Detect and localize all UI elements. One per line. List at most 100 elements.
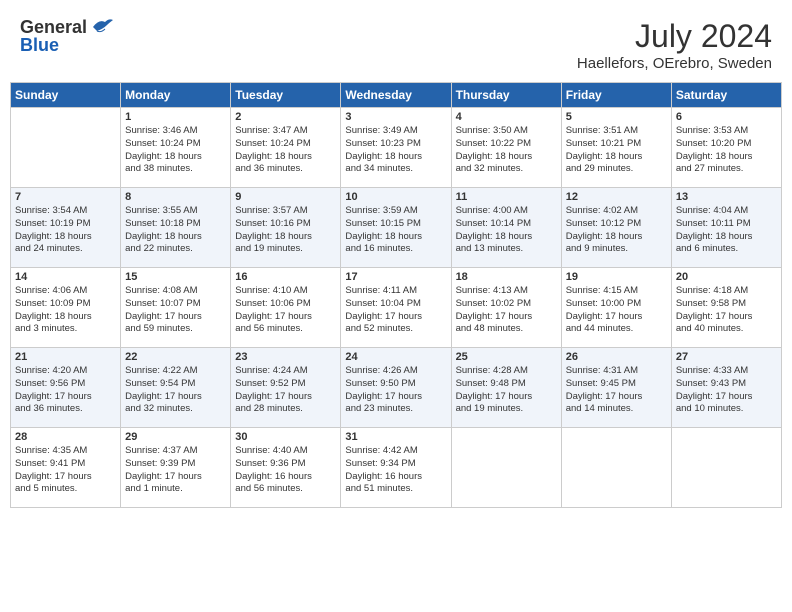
calendar-day-cell: 1 Sunrise: 3:46 AM Sunset: 10:24 PM Dayli…: [121, 108, 231, 188]
calendar-day-cell: 3 Sunrise: 3:49 AM Sunset: 10:23 PM Dayli…: [341, 108, 451, 188]
calendar-day-cell: 5Sunrise: 3:51 AM Sunset: 10:21 PM Dayli…: [561, 108, 671, 188]
day-number: 15: [125, 271, 226, 283]
day-content: Sunrise: 3:47 AM Sunset: 10:24 PM Daylig…: [235, 125, 336, 176]
day-number: 13: [676, 191, 777, 203]
day-number: 29: [125, 431, 226, 443]
day-content: Sunrise: 3:54 AM Sunset: 10:19 PM Daylig…: [15, 205, 116, 256]
day-content: Sunrise: 3:59 AM Sunset: 10:15 PM Daylig…: [345, 205, 446, 256]
day-number: 21: [15, 351, 116, 363]
calendar-day-cell: 23 Sunrise: 4:24 AM Sunset: 9:52 PM Dayli…: [231, 348, 341, 428]
calendar-day-cell: 16 Sunrise: 4:10 AM Sunset: 10:06 PM Dayl…: [231, 268, 341, 348]
day-number: 23: [235, 351, 336, 363]
day-content: Sunrise: 4:10 AM Sunset: 10:06 PM Daylig…: [235, 285, 336, 336]
empty-cell: [561, 428, 671, 508]
logo-general-text: General: [20, 17, 87, 37]
calendar-day-cell: 28Sunrise: 4:35 AM Sunset: 9:41 PM Dayli…: [11, 428, 121, 508]
day-content: Sunrise: 4:06 AM Sunset: 10:09 PM Daylig…: [15, 285, 116, 336]
calendar-day-cell: 17 Sunrise: 4:11 AM Sunset: 10:04 PM Dayl…: [341, 268, 451, 348]
calendar-day-cell: 9 Sunrise: 3:57 AM Sunset: 10:16 PM Dayli…: [231, 188, 341, 268]
calendar-day-cell: 7 Sunrise: 3:54 AM Sunset: 10:19 PM Dayli…: [11, 188, 121, 268]
calendar-week-row: 14 Sunrise: 4:06 AM Sunset: 10:09 PM Dayl…: [11, 268, 782, 348]
month-year-title: July 2024: [577, 18, 772, 55]
day-content: Sunrise: 4:40 AM Sunset: 9:36 PM Dayligh…: [235, 445, 336, 496]
day-content: Sunrise: 4:26 AM Sunset: 9:50 PM Dayligh…: [345, 365, 446, 416]
day-number: 20: [676, 271, 777, 283]
day-number: 8: [125, 191, 226, 203]
calendar-day-cell: 19Sunrise: 4:15 AM Sunset: 10:00 PM Dayl…: [561, 268, 671, 348]
day-number: 19: [566, 271, 667, 283]
day-number: 9: [235, 191, 336, 203]
calendar-week-row: 7 Sunrise: 3:54 AM Sunset: 10:19 PM Dayli…: [11, 188, 782, 268]
calendar-day-cell: 12 Sunrise: 4:02 AM Sunset: 10:12 PM Dayl…: [561, 188, 671, 268]
day-content: Sunrise: 4:20 AM Sunset: 9:56 PM Dayligh…: [15, 365, 116, 416]
day-number: 16: [235, 271, 336, 283]
day-number: 6: [676, 111, 777, 123]
weekday-header-tuesday: Tuesday: [231, 83, 341, 108]
day-content: Sunrise: 4:24 AM Sunset: 9:52 PM Dayligh…: [235, 365, 336, 416]
day-content: Sunrise: 4:18 AM Sunset: 9:58 PM Dayligh…: [676, 285, 777, 336]
day-number: 14: [15, 271, 116, 283]
day-number: 5: [566, 111, 667, 123]
bird-icon: [91, 17, 113, 35]
day-number: 12: [566, 191, 667, 203]
day-content: Sunrise: 4:28 AM Sunset: 9:48 PM Dayligh…: [456, 365, 557, 416]
weekday-header-friday: Friday: [561, 83, 671, 108]
weekday-header-sunday: Sunday: [11, 83, 121, 108]
weekday-header-monday: Monday: [121, 83, 231, 108]
day-content: Sunrise: 4:22 AM Sunset: 9:54 PM Dayligh…: [125, 365, 226, 416]
day-content: Sunrise: 4:11 AM Sunset: 10:04 PM Daylig…: [345, 285, 446, 336]
calendar-day-cell: 20 Sunrise: 4:18 AM Sunset: 9:58 PM Dayli…: [671, 268, 781, 348]
calendar-day-cell: 8 Sunrise: 3:55 AM Sunset: 10:18 PM Dayli…: [121, 188, 231, 268]
day-number: 2: [235, 111, 336, 123]
day-number: 4: [456, 111, 557, 123]
calendar-week-row: 1 Sunrise: 3:46 AM Sunset: 10:24 PM Dayli…: [11, 108, 782, 188]
day-content: Sunrise: 4:33 AM Sunset: 9:43 PM Dayligh…: [676, 365, 777, 416]
day-number: 7: [15, 191, 116, 203]
day-content: Sunrise: 3:57 AM Sunset: 10:16 PM Daylig…: [235, 205, 336, 256]
day-content: Sunrise: 4:00 AM Sunset: 10:14 PM Daylig…: [456, 205, 557, 256]
calendar-day-cell: 31 Sunrise: 4:42 AM Sunset: 9:34 PM Dayli…: [341, 428, 451, 508]
calendar-day-cell: 26 Sunrise: 4:31 AM Sunset: 9:45 PM Dayli…: [561, 348, 671, 428]
day-content: Sunrise: 3:55 AM Sunset: 10:18 PM Daylig…: [125, 205, 226, 256]
calendar-day-cell: 6 Sunrise: 3:53 AM Sunset: 10:20 PM Dayli…: [671, 108, 781, 188]
calendar-day-cell: 15 Sunrise: 4:08 AM Sunset: 10:07 PM Dayl…: [121, 268, 231, 348]
day-number: 26: [566, 351, 667, 363]
day-number: 31: [345, 431, 446, 443]
calendar-week-row: 21 Sunrise: 4:20 AM Sunset: 9:56 PM Dayli…: [11, 348, 782, 428]
day-number: 10: [345, 191, 446, 203]
day-number: 11: [456, 191, 557, 203]
day-number: 24: [345, 351, 446, 363]
day-content: Sunrise: 4:35 AM Sunset: 9:41 PM Dayligh…: [15, 445, 116, 496]
day-number: 22: [125, 351, 226, 363]
weekday-header-wednesday: Wednesday: [341, 83, 451, 108]
calendar-day-cell: 21 Sunrise: 4:20 AM Sunset: 9:56 PM Dayli…: [11, 348, 121, 428]
day-number: 27: [676, 351, 777, 363]
calendar-week-row: 28Sunrise: 4:35 AM Sunset: 9:41 PM Dayli…: [11, 428, 782, 508]
calendar-day-cell: 24 Sunrise: 4:26 AM Sunset: 9:50 PM Dayli…: [341, 348, 451, 428]
calendar-day-cell: 30 Sunrise: 4:40 AM Sunset: 9:36 PM Dayli…: [231, 428, 341, 508]
calendar-day-cell: 13 Sunrise: 4:04 AM Sunset: 10:11 PM Dayl…: [671, 188, 781, 268]
day-content: Sunrise: 3:53 AM Sunset: 10:20 PM Daylig…: [676, 125, 777, 176]
day-content: Sunrise: 4:08 AM Sunset: 10:07 PM Daylig…: [125, 285, 226, 336]
day-number: 25: [456, 351, 557, 363]
calendar-day-cell: 4Sunrise: 3:50 AM Sunset: 10:22 PM Dayli…: [451, 108, 561, 188]
day-content: Sunrise: 4:42 AM Sunset: 9:34 PM Dayligh…: [345, 445, 446, 496]
calendar-day-cell: 10 Sunrise: 3:59 AM Sunset: 10:15 PM Dayl…: [341, 188, 451, 268]
calendar-day-cell: 2 Sunrise: 3:47 AM Sunset: 10:24 PM Dayli…: [231, 108, 341, 188]
empty-cell: [671, 428, 781, 508]
logo-blue-text: Blue: [20, 36, 59, 56]
day-content: Sunrise: 3:49 AM Sunset: 10:23 PM Daylig…: [345, 125, 446, 176]
location-subtitle: Haellefors, OErebro, Sweden: [577, 55, 772, 72]
weekday-header-row: SundayMondayTuesdayWednesdayThursdayFrid…: [11, 83, 782, 108]
weekday-header-saturday: Saturday: [671, 83, 781, 108]
day-number: 30: [235, 431, 336, 443]
day-content: Sunrise: 4:04 AM Sunset: 10:11 PM Daylig…: [676, 205, 777, 256]
day-content: Sunrise: 4:02 AM Sunset: 10:12 PM Daylig…: [566, 205, 667, 256]
day-content: Sunrise: 3:46 AM Sunset: 10:24 PM Daylig…: [125, 125, 226, 176]
day-number: 3: [345, 111, 446, 123]
day-number: 17: [345, 271, 446, 283]
empty-cell: [11, 108, 121, 188]
day-content: Sunrise: 4:31 AM Sunset: 9:45 PM Dayligh…: [566, 365, 667, 416]
day-content: Sunrise: 4:37 AM Sunset: 9:39 PM Dayligh…: [125, 445, 226, 496]
day-number: 1: [125, 111, 226, 123]
